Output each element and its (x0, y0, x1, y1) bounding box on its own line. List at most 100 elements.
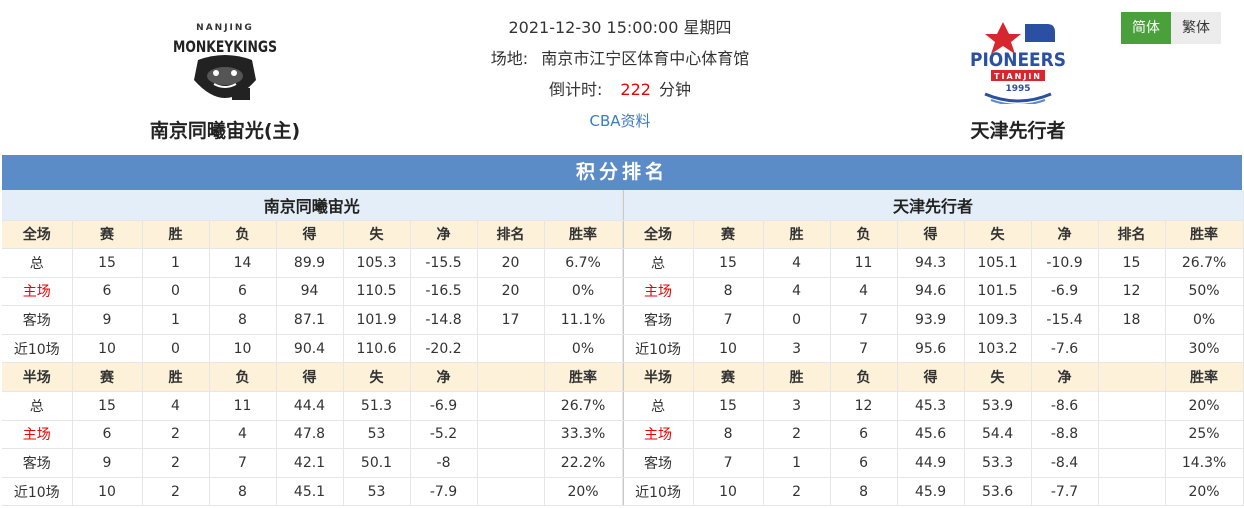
table-cell: 10 (72, 334, 143, 364)
simplified-chinese-button[interactable]: 简体 (1121, 12, 1171, 44)
column-header: 赛 (72, 220, 143, 250)
table-cell: 3 (763, 391, 831, 421)
column-header: 胜率 (1165, 362, 1244, 393)
logo-text-nanjing: NANJING (196, 23, 254, 33)
table-cell (1098, 477, 1166, 507)
match-header: NANJING MONKEYKINGS 南京同曦宙光(主) 2021-12-30… (0, 0, 1244, 155)
table-cell: 4 (763, 248, 831, 278)
column-header: 胜 (763, 362, 831, 393)
team-header-row: 天津先行者 (623, 190, 1244, 221)
countdown-label: 倒计时: (549, 80, 603, 99)
table-cell: 93.9 (897, 305, 965, 335)
column-header: 全场 (2, 220, 73, 250)
table-cell: 12 (1098, 277, 1166, 307)
table-cell: 6 (72, 277, 143, 307)
table-cell: 95.6 (897, 334, 965, 364)
column-header: 净 (410, 362, 478, 393)
logo-text-pioneers: PIONEERS (970, 49, 1066, 71)
home-team: NANJING MONKEYKINGS 南京同曦宙光(主) (105, 18, 345, 143)
table-cell: 7 (830, 305, 898, 335)
full-game-header-row: 全场赛胜负得失净排名 胜率 (2, 220, 623, 250)
table-cell: 45.3 (897, 391, 965, 421)
column-header: 负 (209, 220, 277, 250)
table-cell: 8 (209, 305, 277, 335)
home-team-name[interactable]: 南京同曦宙光(主) (105, 116, 345, 143)
table-cell: 33.3% (544, 420, 623, 450)
half-game-header-row: 半场赛胜负得失净 胜率 (2, 362, 623, 393)
table-cell: 0% (1165, 305, 1244, 335)
table-cell: 20% (1165, 477, 1244, 507)
table-cell (1098, 334, 1166, 364)
table-row: 主场 8 4 4 94.6 101.5 -6.9 12 50% (623, 277, 1244, 307)
column-header: 得 (276, 220, 344, 250)
table-cell: 20 (477, 248, 545, 278)
table-cell: -7.6 (1031, 334, 1099, 364)
table-cell: 0 (142, 334, 210, 364)
row-label: 客场 (623, 448, 694, 478)
row-label: 近10场 (2, 334, 73, 364)
table-cell (477, 334, 545, 364)
table-cell: 20 (477, 277, 545, 307)
column-header (477, 362, 545, 393)
column-header: 全场 (623, 220, 694, 250)
countdown-unit: 分钟 (658, 80, 691, 99)
table-row: 客场 7 1 6 44.9 53.3 -8.4 14.3% (623, 448, 1244, 478)
team-header-name: 天津先行者 (623, 190, 1244, 221)
column-header: 失 (343, 220, 411, 250)
away-team-name[interactable]: 天津先行者 (898, 116, 1138, 143)
table-cell: 7 (830, 334, 898, 364)
table-cell: 6 (209, 277, 277, 307)
team-header-name: 南京同曦宙光 (2, 190, 623, 221)
table-cell: 45.6 (897, 420, 965, 450)
column-header: 半场 (623, 362, 694, 393)
language-switch: 简体 繁体 (1121, 12, 1221, 44)
away-standings-table: 天津先行者 全场赛胜负得失净排名 胜率总 15 4 11 94.3 105.1 -10.9 15 2… (622, 190, 1244, 507)
table-cell: 103.2 (964, 334, 1032, 364)
table-cell: 17 (477, 305, 545, 335)
full-game-header-row: 全场赛胜负得失净排名 胜率 (623, 220, 1244, 250)
table-cell: 26.7% (544, 391, 623, 421)
table-cell: 94.6 (897, 277, 965, 307)
home-standings-table: 南京同曦宙光 全场赛胜负得失净排名 胜率总 15 1 14 89.9 105.3 -15.5 20… (2, 190, 623, 507)
column-header: 胜 (142, 362, 210, 393)
table-row: 主场 8 2 6 45.6 54.4 -8.8 25% (623, 420, 1244, 450)
column-header: 净 (1031, 362, 1099, 393)
table-cell: 53.3 (964, 448, 1032, 478)
column-header: 得 (276, 362, 344, 393)
row-label: 总 (2, 391, 73, 421)
home-team-logo[interactable]: NANJING MONKEYKINGS (170, 18, 280, 104)
logo-text-monkeykings: MONKEYKINGS (173, 37, 277, 56)
table-cell: 42.1 (276, 448, 344, 478)
table-cell: -7.7 (1031, 477, 1099, 507)
table-cell: 53 (343, 477, 411, 507)
table-cell: 47.8 (276, 420, 344, 450)
table-cell: 1 (142, 305, 210, 335)
table-cell: 11 (209, 391, 277, 421)
traditional-chinese-button[interactable]: 繁体 (1171, 12, 1221, 44)
table-cell: 45.9 (897, 477, 965, 507)
logo-text-tianjin: TIANJIN (994, 72, 1042, 81)
logo-text-year: 1995 (1005, 84, 1030, 94)
table-cell: 10 (72, 477, 143, 507)
column-header: 胜率 (544, 362, 623, 393)
table-cell: -6.9 (1031, 277, 1099, 307)
row-label: 近10场 (623, 477, 694, 507)
away-team-logo[interactable]: PIONEERS TIANJIN 1995 (963, 18, 1073, 104)
table-cell: 87.1 (276, 305, 344, 335)
table-cell: -16.5 (410, 277, 478, 307)
row-label: 客场 (623, 305, 694, 335)
table-cell: 7 (209, 448, 277, 478)
row-label: 主场 (623, 420, 694, 450)
cba-data-link[interactable]: CBA资料 (589, 112, 650, 130)
table-cell: 90.4 (276, 334, 344, 364)
table-cell: 50% (1165, 277, 1244, 307)
column-header: 胜 (142, 220, 210, 250)
table-cell: 50.1 (343, 448, 411, 478)
column-header: 净 (410, 220, 478, 250)
table-cell: 9 (72, 448, 143, 478)
match-info: 2021-12-30 15:00:00 星期四 场地: 南京市江宁区体育中心体育… (420, 14, 820, 138)
table-cell: 110.5 (343, 277, 411, 307)
table-cell (1098, 448, 1166, 478)
table-cell (1098, 391, 1166, 421)
monkey-kings-logo-icon: NANJING MONKEYKINGS (173, 23, 277, 100)
